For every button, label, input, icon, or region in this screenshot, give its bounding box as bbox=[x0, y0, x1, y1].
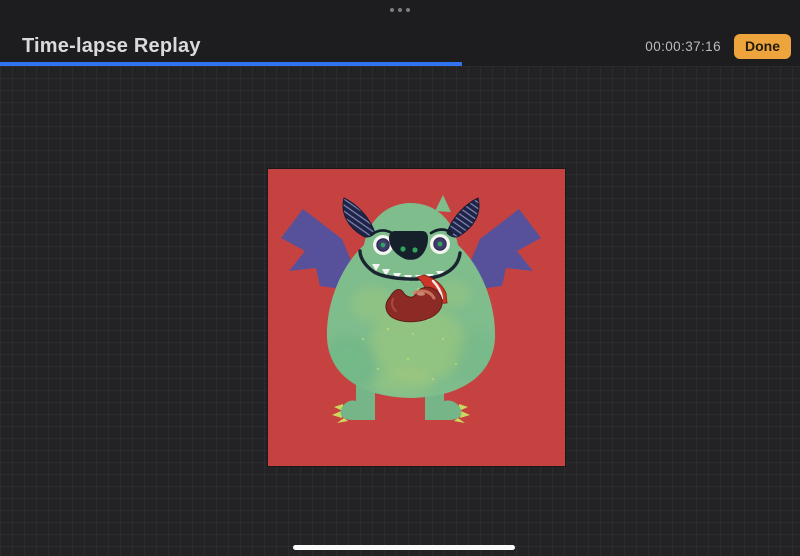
home-indicator[interactable] bbox=[293, 545, 515, 550]
multitask-dot bbox=[398, 8, 402, 12]
replay-timecode: 00:00:37:16 bbox=[645, 39, 721, 54]
canvas-stage bbox=[0, 66, 800, 556]
replay-progress-fill bbox=[0, 62, 462, 66]
done-button[interactable]: Done bbox=[734, 34, 791, 59]
multitask-indicator[interactable] bbox=[390, 8, 410, 12]
artwork-canvas[interactable] bbox=[268, 169, 565, 466]
timelapse-replay-screen: Time-lapse Replay 00:00:37:16 Done bbox=[0, 0, 800, 556]
header-row: Time-lapse Replay 00:00:37:16 Done bbox=[0, 32, 800, 60]
multitask-dot bbox=[406, 8, 410, 12]
multitask-dot bbox=[390, 8, 394, 12]
header-right-group: 00:00:37:16 Done bbox=[645, 34, 791, 59]
monster-artwork bbox=[268, 169, 565, 466]
header-bar: Time-lapse Replay 00:00:37:16 Done bbox=[0, 0, 800, 62]
page-title: Time-lapse Replay bbox=[22, 35, 201, 58]
replay-progress-track bbox=[0, 62, 800, 66]
